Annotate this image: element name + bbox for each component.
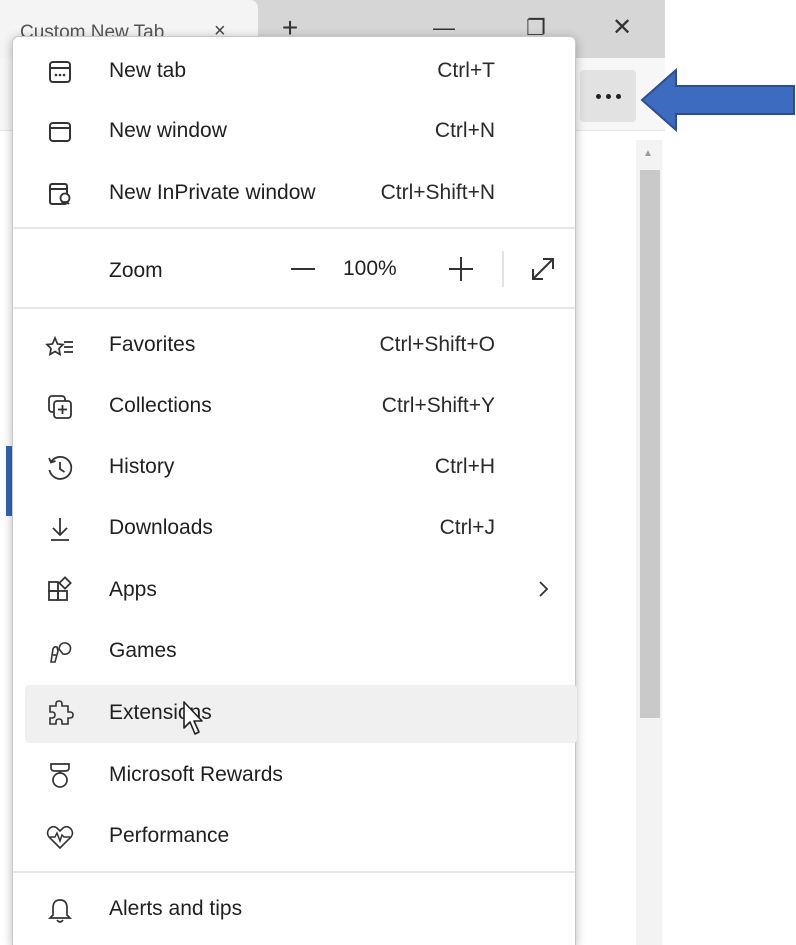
pointer-arrow-annotation (640, 68, 796, 132)
zoom-separator (502, 251, 504, 287)
screenshot-stage: Custom New Tab × + — ❐ ✕ ▲ New tab Ctrl+… (0, 0, 796, 945)
chevron-right-icon (533, 574, 555, 604)
settings-menu: New tab Ctrl+T New window Ctrl+N New InP… (12, 36, 577, 945)
settings-and-more-button[interactable] (580, 70, 636, 122)
downloads-icon (45, 514, 75, 544)
menu-item-label: New window (109, 119, 227, 142)
collections-icon (45, 392, 75, 422)
zoom-out-icon[interactable] (281, 247, 325, 291)
bell-icon (45, 895, 75, 925)
menu-item-label: Favorites (109, 333, 196, 356)
inprivate-window-icon (45, 179, 75, 209)
menu-item-label: Microsoft Rewards (109, 763, 283, 786)
new-window-icon (45, 117, 75, 147)
games-icon (45, 637, 75, 667)
history-icon (45, 453, 75, 483)
menu-item-downloads[interactable]: Downloads Ctrl+J (25, 500, 577, 558)
rewards-icon (45, 761, 75, 791)
menu-item-shortcut: Ctrl+T (437, 59, 495, 82)
menu-item-games[interactable]: Games (25, 623, 577, 681)
fullscreen-icon[interactable] (521, 247, 565, 291)
menu-item-new-inprivate-window[interactable]: New InPrivate window Ctrl+Shift+N (25, 165, 577, 223)
menu-item-collections[interactable]: Collections Ctrl+Shift+Y (25, 378, 577, 436)
mouse-cursor-icon (182, 700, 208, 738)
ellipsis-icon (595, 93, 621, 99)
favorites-icon (45, 331, 75, 361)
menu-item-label: History (109, 455, 175, 478)
menu-divider (13, 307, 575, 309)
menu-item-microsoft-rewards[interactable]: Microsoft Rewards (25, 747, 577, 805)
menu-item-alerts-and-tips[interactable]: Alerts and tips (25, 881, 577, 939)
new-tab-icon (45, 57, 75, 87)
menu-divider (13, 871, 575, 873)
menu-item-shortcut: Ctrl+Shift+O (379, 333, 495, 356)
menu-item-label: New InPrivate window (109, 181, 316, 204)
menu-item-shortcut: Ctrl+N (434, 119, 495, 142)
menu-item-label: New tab (109, 59, 187, 82)
menu-item-label: Alerts and tips (109, 897, 243, 920)
menu-item-shortcut: Ctrl+Shift+N (380, 181, 495, 204)
menu-item-label: Performance (109, 824, 230, 847)
menu-item-label: Games (109, 639, 177, 662)
menu-item-label: Collections (109, 394, 212, 417)
menu-item-new-window[interactable]: New window Ctrl+N (25, 103, 577, 161)
menu-item-history[interactable]: History Ctrl+H (25, 439, 577, 497)
performance-icon (45, 822, 75, 852)
menu-item-shortcut: Ctrl+J (439, 516, 495, 539)
menu-item-apps[interactable]: Apps (25, 562, 577, 620)
zoom-row: Zoom 100% (25, 237, 577, 301)
apps-icon (45, 576, 75, 606)
menu-item-new-tab[interactable]: New tab Ctrl+T (25, 43, 577, 101)
zoom-value: 100% (343, 257, 397, 280)
menu-item-shortcut: Ctrl+Shift+Y (381, 394, 495, 417)
menu-item-label: Downloads (109, 516, 213, 539)
zoom-label: Zoom (109, 259, 163, 282)
zoom-in-icon[interactable] (439, 247, 483, 291)
menu-item-label: Apps (109, 578, 157, 601)
menu-item-shortcut: Ctrl+H (434, 455, 495, 478)
close-window-icon[interactable]: ✕ (602, 8, 642, 48)
menu-item-performance[interactable]: Performance (25, 808, 577, 866)
scrollbar-thumb[interactable] (640, 170, 660, 718)
extensions-icon (45, 699, 75, 729)
scroll-up-arrow-icon[interactable]: ▲ (643, 148, 653, 159)
menu-divider (13, 227, 575, 229)
menu-item-favorites[interactable]: Favorites Ctrl+Shift+O (25, 317, 577, 375)
menu-item-extensions[interactable]: Extensions (25, 685, 577, 743)
